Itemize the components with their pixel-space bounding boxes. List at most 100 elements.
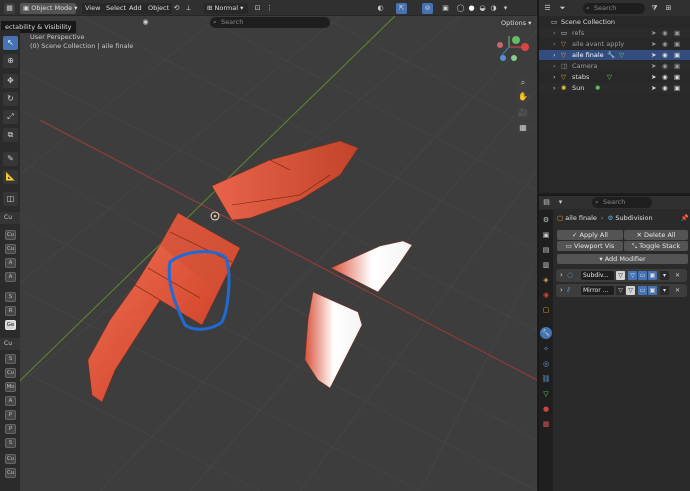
eye-icon[interactable]: ◉ [662, 39, 668, 49]
sidebar-category-2[interactable]: Cu [0, 338, 20, 350]
shading-solid-icon[interactable]: ● [466, 3, 477, 14]
camera-render-icon[interactable]: ▣ [674, 39, 680, 49]
transform-orientation-icon[interactable]: ⟂ [183, 3, 194, 14]
add-modifier-button[interactable]: ▾ Add Modifier [557, 254, 688, 264]
overlay-toggle-icon[interactable]: ⊚ [422, 3, 433, 14]
chevron-down-icon[interactable]: ▾ [660, 286, 669, 295]
scale-tool-icon[interactable]: ⤢ [3, 110, 18, 124]
camera-render-icon[interactable]: ▣ [674, 28, 680, 38]
physics-tab-icon[interactable]: ◎ [540, 358, 552, 370]
camera-render-icon[interactable]: ▣ [674, 50, 680, 60]
sidebar-item[interactable]: S [5, 354, 16, 364]
render-camera-icon[interactable]: ▣ [648, 286, 657, 295]
menu-add[interactable]: Add [126, 3, 145, 14]
shading-wireframe-icon[interactable]: ◯ [455, 3, 466, 14]
zoom-icon[interactable]: ⌕ [516, 76, 530, 90]
eye-icon[interactable]: ◉ [662, 72, 668, 82]
menu-view[interactable]: View [82, 3, 104, 14]
outliner-row[interactable]: › ▽ aile avant apply ➤ ◉ ▣ [539, 39, 690, 49]
realtime-monitor-icon[interactable]: ▭ [638, 286, 647, 295]
measure-tool-icon[interactable]: 📐 [3, 170, 18, 184]
outliner-search-input[interactable]: ⌕ Search [583, 3, 645, 14]
sidebar-item[interactable]: A [5, 272, 16, 282]
chevron-right-icon[interactable]: › [560, 271, 563, 279]
mode-selector[interactable]: ▣ Object Mode ▾ [20, 3, 78, 14]
eye-icon[interactable]: ◉ [662, 83, 668, 93]
sidebar-item[interactable]: Ge [5, 320, 16, 330]
particles-tab-icon[interactable]: ✧ [540, 343, 552, 355]
tool-tab-icon[interactable]: ⚙ [540, 214, 552, 226]
chevron-down-icon[interactable]: ▾ [555, 197, 566, 208]
pan-hand-icon[interactable]: ✋ [516, 90, 530, 104]
properties-search-input[interactable]: ⌕ Search [592, 197, 652, 208]
output-tab-icon[interactable]: ▤ [540, 244, 552, 256]
3d-viewport[interactable]: ▦ ▣ Object Mode ▾ View Select Add Object… [0, 0, 537, 491]
xray-icon[interactable]: ▣ [440, 3, 451, 14]
edit-mode-icon[interactable]: ▽ [626, 286, 635, 295]
visibility-icon[interactable]: ◐ [375, 3, 386, 14]
orientation-selector[interactable]: ⊞ Normal ▾ [204, 3, 248, 14]
modifier-subdivision-panel[interactable]: › ◌ Subdiv... ▽ ▽ ▭ ▣ ▾ ✕ [556, 269, 687, 282]
constraints-tab-icon[interactable]: ⛓ [540, 373, 552, 385]
new-collection-icon[interactable]: ⊞ [663, 3, 674, 14]
modifier-tab-icon[interactable]: 🔧 [540, 327, 552, 339]
apply-all-button[interactable]: ✓ Apply All [557, 230, 623, 240]
add-cube-tool-icon[interactable]: ◫ [3, 192, 18, 206]
world-tab-icon[interactable]: ◉ [540, 289, 552, 301]
sidebar-item[interactable]: R [5, 306, 16, 316]
modifier-name-field[interactable]: Mirror ... [581, 286, 614, 295]
camera-view-icon[interactable]: 🎥 [516, 106, 530, 120]
rotate-tool-icon[interactable]: ↻ [3, 92, 18, 106]
shading-dropdown-icon[interactable]: ▾ [500, 3, 511, 14]
sidebar-item[interactable]: S [5, 292, 16, 302]
pin-icon[interactable]: 📌 [681, 213, 689, 223]
sidebar-item[interactable]: P [5, 410, 16, 420]
object-tab-icon[interactable]: ▢ [540, 304, 552, 316]
select-arrow-icon[interactable]: ➤ [651, 50, 656, 60]
stabilizer-lower-mesh[interactable] [304, 291, 363, 389]
close-icon[interactable]: ✕ [673, 271, 682, 280]
camera-render-icon[interactable]: ▣ [674, 83, 680, 93]
move-tool-icon[interactable]: ✥ [3, 74, 18, 88]
stabilizer-upper-mesh[interactable] [330, 240, 413, 293]
sidebar-item[interactable]: S [5, 438, 16, 448]
outliner-editor-icon[interactable]: ☰ [542, 3, 553, 14]
select-box-tool-icon[interactable]: ↖ [3, 36, 18, 50]
sidebar-item[interactable]: Cu [5, 230, 16, 240]
modifier-mirror-panel[interactable]: › ⫽ Mirror ... ▽ ▽ ▭ ▣ ▾ ✕ [556, 284, 687, 297]
render-tab-icon[interactable]: ▣ [540, 229, 552, 241]
realtime-monitor-icon[interactable]: ▭ [638, 271, 647, 280]
sidebar-category-1[interactable]: Cu [0, 212, 20, 224]
material-tab-icon[interactable]: ● [540, 403, 552, 415]
options-button[interactable]: Options ▾ [498, 18, 535, 29]
viewport-vis-button[interactable]: ▭ Viewport Vis [557, 241, 623, 251]
outliner-row[interactable]: › ◫ Camera ➤ ◉ ▣ [539, 61, 690, 71]
snap-target-icon[interactable]: ⋮ [264, 3, 275, 14]
delete-all-button[interactable]: ✕ Delete All [624, 230, 688, 240]
scene-tab-icon[interactable]: ◈ [540, 274, 552, 286]
select-arrow-icon[interactable]: ➤ [651, 28, 656, 38]
sidebar-item[interactable]: P [5, 424, 16, 434]
select-arrow-icon[interactable]: ➤ [651, 83, 656, 93]
select-arrow-icon[interactable]: ➤ [651, 61, 656, 71]
gizmo-toggle-icon[interactable]: ⇱ [396, 3, 407, 14]
properties-editor-icon[interactable]: ▤ [541, 197, 552, 208]
toggle-stack-button[interactable]: ⤡ Toggle Stack [624, 241, 688, 251]
outliner-row[interactable]: › ✺ Sun ✺ ➤ ◉ ▣ [539, 83, 690, 93]
wing-top-mesh[interactable] [211, 140, 359, 221]
eye-icon[interactable]: ◉ [662, 61, 668, 71]
shading-material-icon[interactable]: ◒ [477, 3, 488, 14]
cursor-tool-icon[interactable]: ⊕ [3, 54, 18, 68]
on-cage-icon[interactable]: ▽ [616, 286, 625, 295]
outliner-row-selected[interactable]: › ▽ aile finale 🔧 ▽ ➤ ◉ ▣ [539, 50, 690, 60]
chevron-down-icon[interactable]: ▾ [660, 271, 669, 280]
funnel-icon[interactable]: ⧩ [649, 3, 660, 14]
menu-object[interactable]: Object [145, 3, 173, 14]
select-arrow-icon[interactable]: ➤ [651, 72, 656, 82]
sidebar-item[interactable]: Cu [5, 468, 16, 478]
select-arrow-icon[interactable]: ➤ [651, 39, 656, 49]
grid-view-icon[interactable]: ▦ [516, 121, 530, 135]
edit-mode-icon[interactable]: ▽ [616, 271, 625, 280]
pivot-icon[interactable]: ⟲ [171, 3, 182, 14]
cage-icon[interactable]: ▽ [628, 271, 637, 280]
